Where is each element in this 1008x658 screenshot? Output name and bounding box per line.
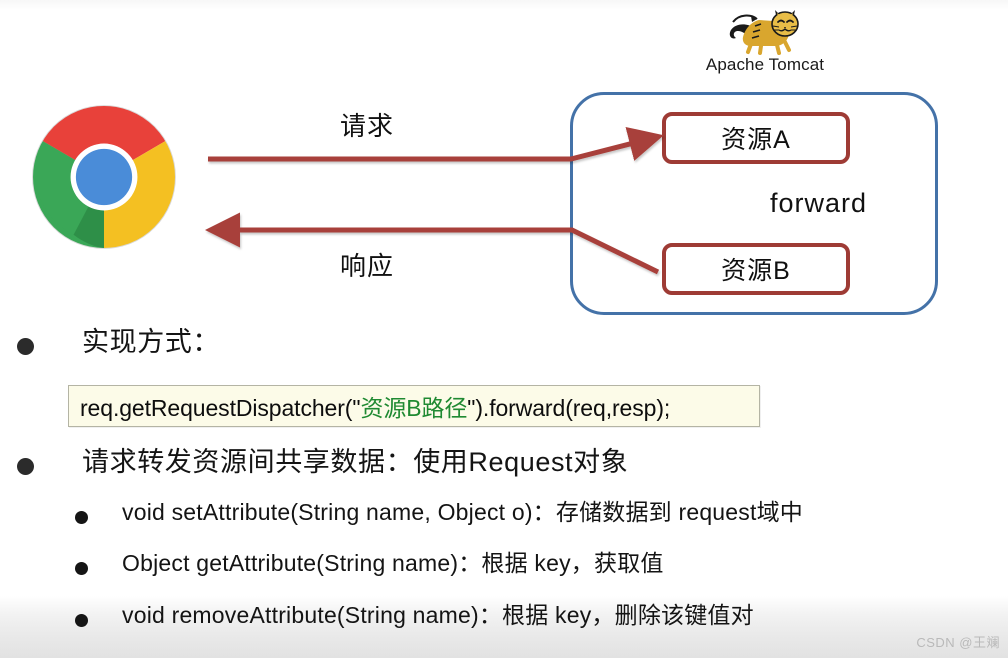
sub-bullet-get-attribute-label: Object getAttribute(String name)：根据 key，… (122, 550, 664, 577)
code-highlight: 资源B路径 (360, 395, 468, 421)
bullet-dot-icon (17, 338, 34, 355)
bullet-implementation: 实现方式： (0, 326, 1008, 360)
bullet-implementation-label: 实现方式： (82, 327, 220, 357)
sub-bullet-set-attribute-label: void setAttribute(String name, Object o)… (122, 498, 803, 525)
bullet-dot-icon (75, 562, 88, 576)
code-suffix: ").forward(req,resp); (467, 395, 671, 421)
sub-bullet-get-attribute: Object getAttribute(String name)：根据 key，… (0, 549, 1008, 579)
apache-tomcat-logo: Apache Tomcat (690, 4, 840, 82)
tomcat-logo-label: Apache Tomcat (705, 55, 825, 74)
code-callout-box: req.getRequestDispatcher("资源B路径").forwar… (68, 385, 760, 427)
sub-bullet-set-attribute: void setAttribute(String name, Object o)… (0, 498, 1008, 528)
top-edge-band (0, 0, 1008, 10)
bullet-dot-icon (17, 457, 34, 475)
response-arrow-label: 响应 (340, 251, 395, 281)
sub-bullet-remove-attribute-label: void removeAttribute(String name)：根据 key… (122, 602, 754, 629)
resource-a-box[interactable]: 资源A (662, 112, 850, 164)
bullet-dot-icon (75, 614, 88, 628)
chrome-logo-icon (32, 105, 176, 249)
code-callout-text: req.getRequestDispatcher("资源B路径").forwar… (80, 389, 670, 423)
bullet-list: 实现方式： 请求转发资源间共享数据：使用Request对象 void setAt… (0, 326, 1008, 631)
csdn-watermark: CSDN @王斓 (916, 635, 1000, 650)
bullet-share-data-label: 请求转发资源间共享数据：使用Request对象 (82, 446, 629, 477)
bullet-share-data: 请求转发资源间共享数据：使用Request对象 (0, 446, 1008, 480)
bullet-dot-icon (75, 510, 88, 524)
sub-bullet-remove-attribute: void removeAttribute(String name)：根据 key… (0, 601, 1008, 631)
code-prefix: req.getRequestDispatcher(" (80, 395, 361, 421)
resource-b-box[interactable]: 资源B (662, 243, 850, 295)
slide-page: Apache Tomcat 资源A 资源B 请求 响应 forward 实现方式… (0, 0, 1008, 658)
forward-arrow-label: forward (770, 188, 868, 218)
request-arrow-label: 请求 (340, 111, 395, 141)
tomcat-cat-icon (729, 10, 799, 55)
